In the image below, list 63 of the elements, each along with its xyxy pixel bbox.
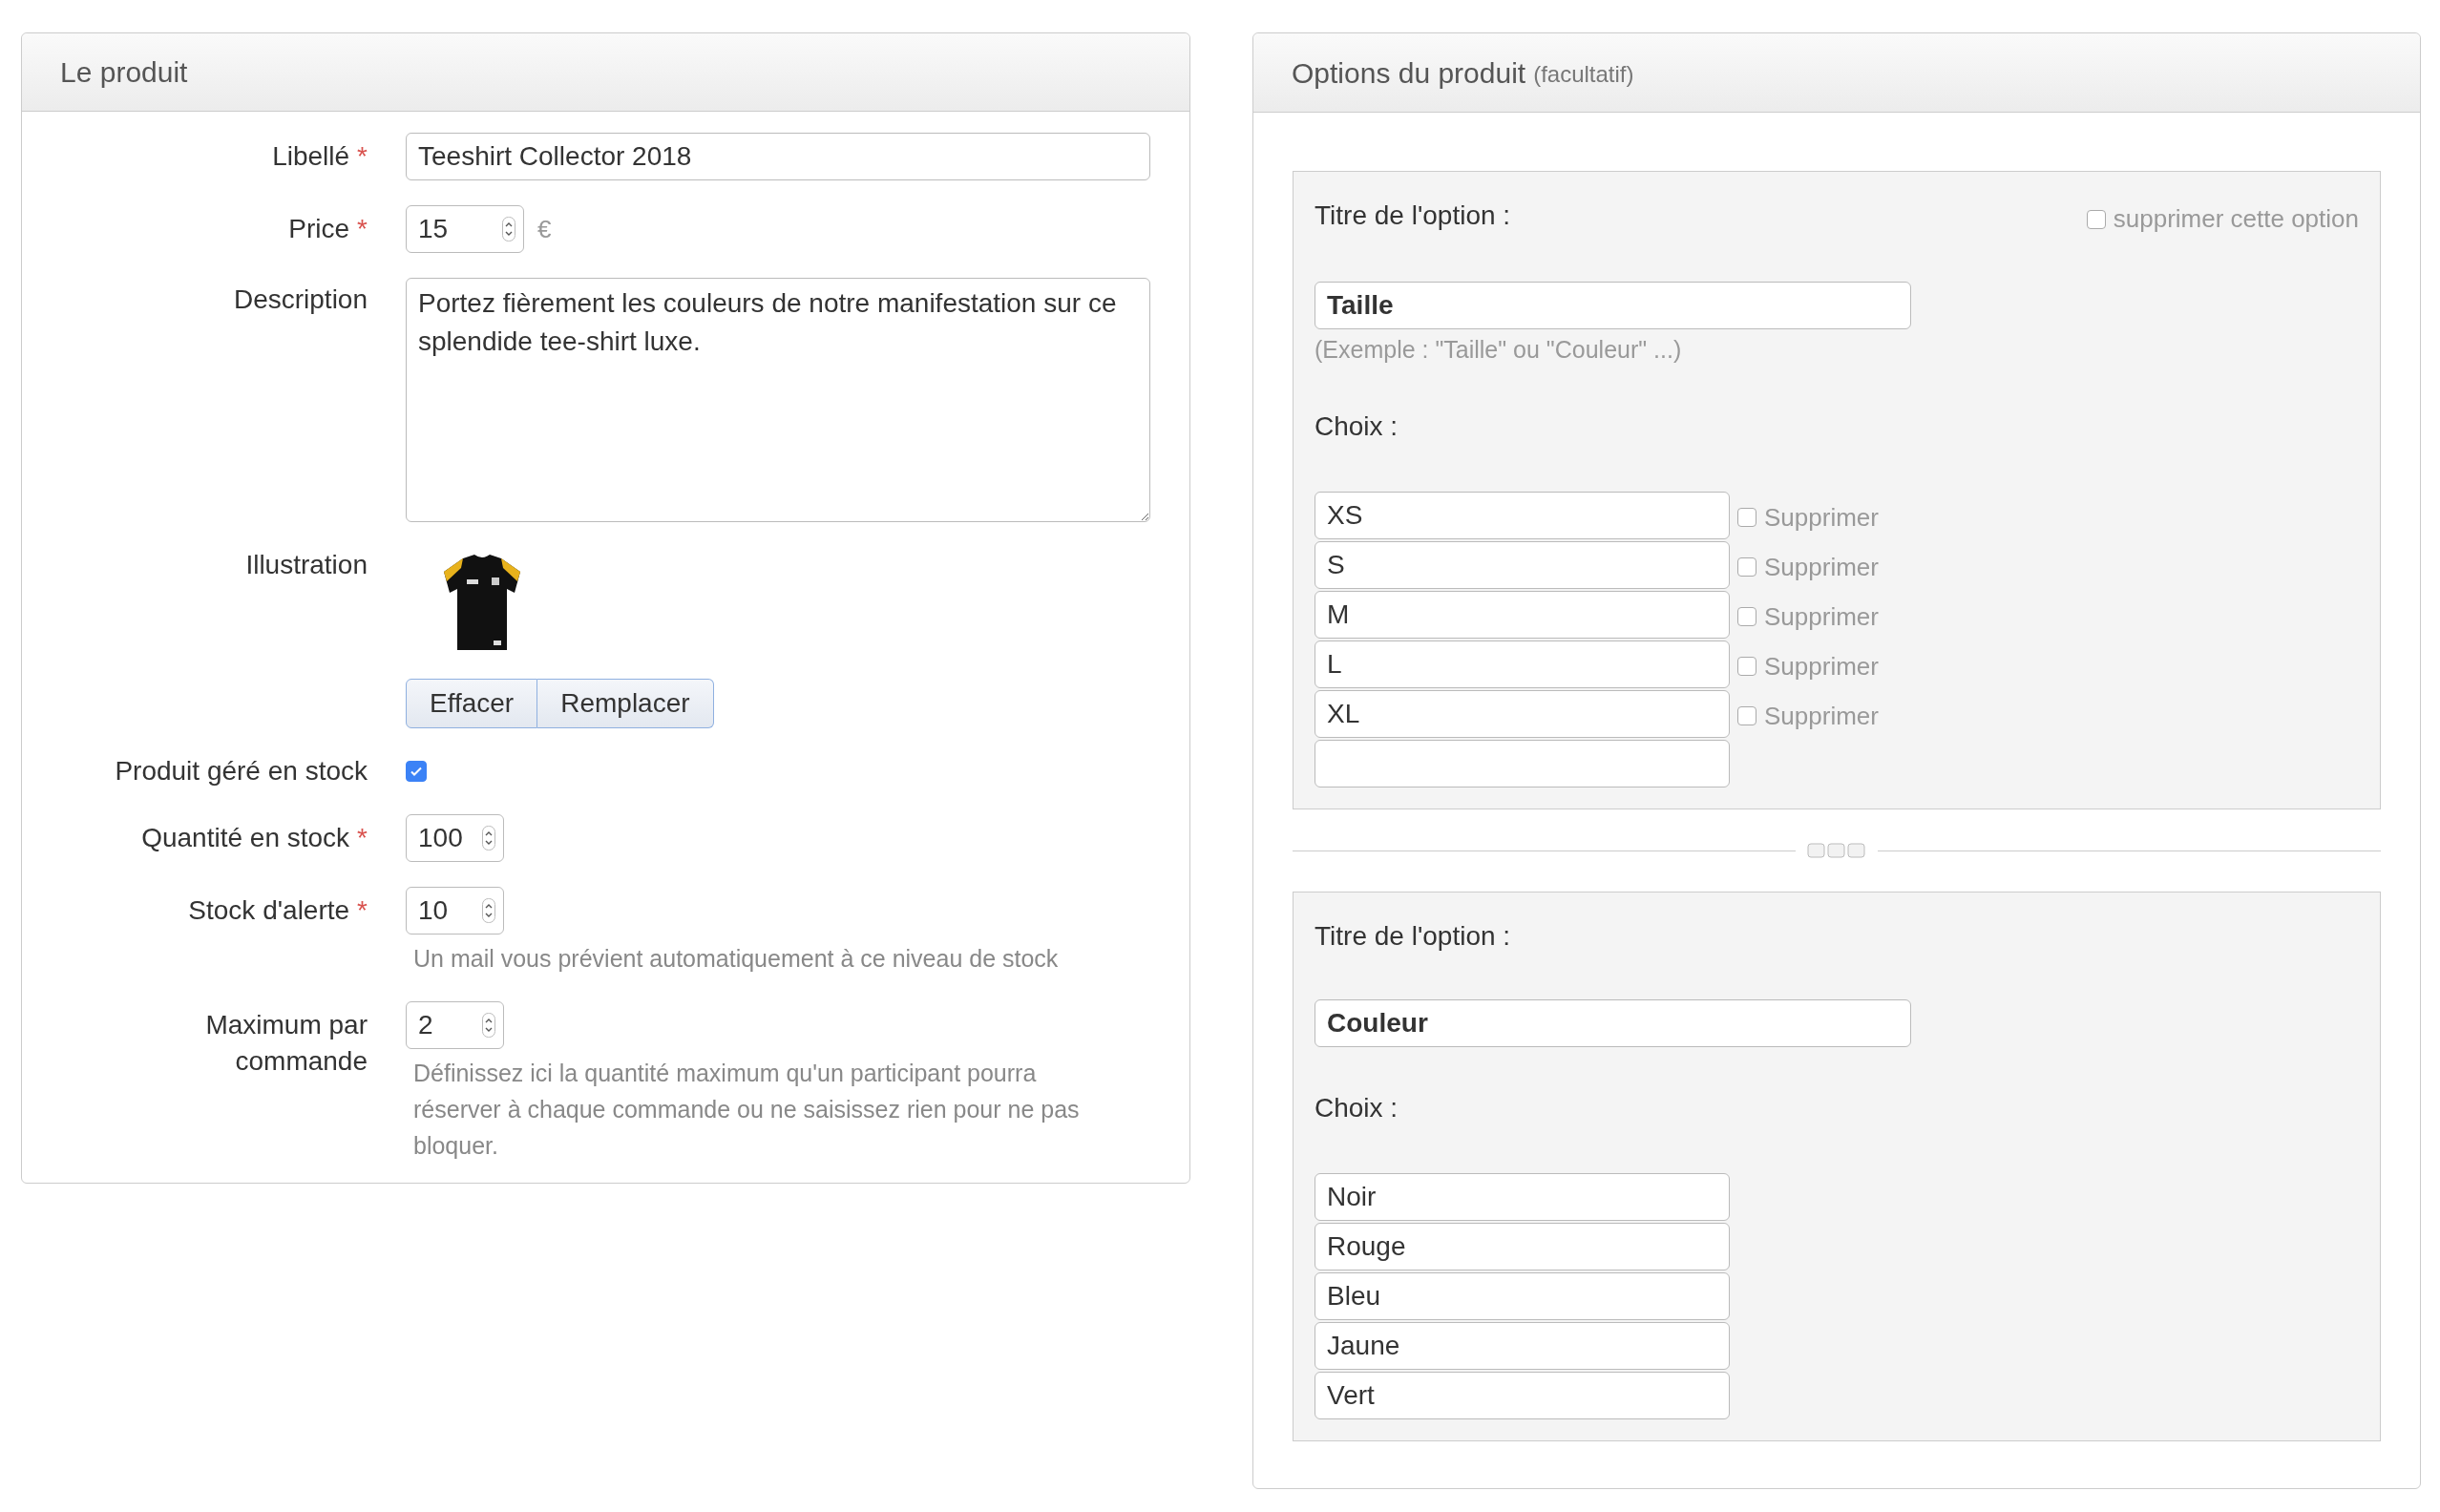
option-title-label: Titre de l'option :: [1315, 920, 1511, 953]
choice-field[interactable]: Rouge: [1315, 1223, 1730, 1270]
required-mark: *: [357, 141, 368, 171]
choice-field[interactable]: Vert: [1315, 1372, 1730, 1419]
image-button[interactable]: Remplacer: [537, 679, 714, 728]
choice-field[interactable]: S: [1315, 541, 1730, 589]
checkbox[interactable]: [2086, 209, 2106, 229]
option-title-field[interactable]: Taille: [1315, 282, 1911, 329]
unit-label: €: [537, 213, 552, 245]
help-text: Un mail vous prévient automatiquement à ce niveau de stock: [412, 944, 1060, 974]
description-field[interactable]: Portez fièrement les couleurs de notre manifestation sur ce splendide tee-shirt luxe.: [406, 278, 1150, 522]
choices-label: Choix :: [1315, 1092, 1399, 1124]
spinner-icon[interactable]: [482, 898, 495, 923]
delete-choice-label: Supprimer: [1764, 600, 1879, 633]
option-title-field[interactable]: Couleur: [1315, 999, 1911, 1047]
choice-field[interactable]: Jaune: [1315, 1322, 1730, 1370]
checkbox[interactable]: [1737, 607, 1756, 626]
field-label: Stock d'alerte: [188, 895, 350, 925]
number-field[interactable]: 2: [406, 1001, 504, 1049]
choice-field[interactable]: [1315, 740, 1730, 788]
delete-choice-label: Supprimer: [1764, 700, 1879, 732]
required-mark: *: [357, 214, 368, 243]
delete-choice-label: Supprimer: [1764, 501, 1879, 534]
example-hint: (Exemple : "Taille" ou "Couleur" ...): [1315, 335, 1683, 365]
required-mark: *: [357, 823, 368, 852]
dots-icon: [1807, 843, 1866, 858]
text-field[interactable]: Teeshirt Collector 2018: [406, 133, 1150, 180]
choice-field[interactable]: Noir: [1315, 1173, 1730, 1221]
field-label: Libellé: [272, 141, 350, 171]
spinner-icon[interactable]: [482, 826, 495, 850]
delete-choice-label: Supprimer: [1764, 551, 1879, 583]
number-field[interactable]: 15: [406, 205, 524, 253]
choice-field[interactable]: XS: [1315, 492, 1730, 539]
delete-option-label: supprimer cette option: [2113, 203, 2359, 235]
choice-field[interactable]: M: [1315, 591, 1730, 639]
delete-choice-label: Supprimer: [1764, 650, 1879, 682]
panel-title: Le produit: [60, 55, 188, 90]
choices-label: Choix :: [1315, 410, 1399, 443]
help-text: Définissez ici la quantité maximum qu'un participant pourra réserver à chaque commande ou ne saisissez rien pour ne pas bloquer.: [412, 1059, 1081, 1161]
choice-field[interactable]: XL: [1315, 690, 1730, 738]
option-title-label: Titre de l'option :: [1315, 200, 1511, 232]
field-label: Description: [233, 284, 368, 314]
checkbox[interactable]: [1737, 557, 1756, 577]
number-field[interactable]: 10: [406, 887, 504, 934]
checkbox[interactable]: [1737, 706, 1756, 725]
panel-subtitle: (facultatif): [1533, 60, 1634, 89]
spinner-icon[interactable]: [482, 1013, 495, 1038]
number-field[interactable]: 100: [406, 814, 504, 862]
field-label: Produit géré en stock: [115, 756, 368, 786]
choice-field[interactable]: Bleu: [1315, 1272, 1730, 1320]
checkbox[interactable]: [406, 761, 427, 782]
panel-title: Options du produit: [1292, 55, 1526, 91]
choice-field[interactable]: L: [1315, 640, 1730, 688]
field-label: Illustration: [245, 550, 368, 579]
checkbox[interactable]: [1737, 657, 1756, 676]
required-mark: *: [357, 895, 368, 925]
spinner-icon[interactable]: [502, 217, 515, 242]
checkbox[interactable]: [1737, 508, 1756, 527]
field-label: Maximum par commande: [205, 1010, 368, 1076]
field-label: Price: [288, 214, 350, 243]
field-label: Quantité en stock: [141, 823, 350, 852]
check-icon: [410, 765, 423, 778]
image-button[interactable]: Effacer: [406, 679, 538, 728]
